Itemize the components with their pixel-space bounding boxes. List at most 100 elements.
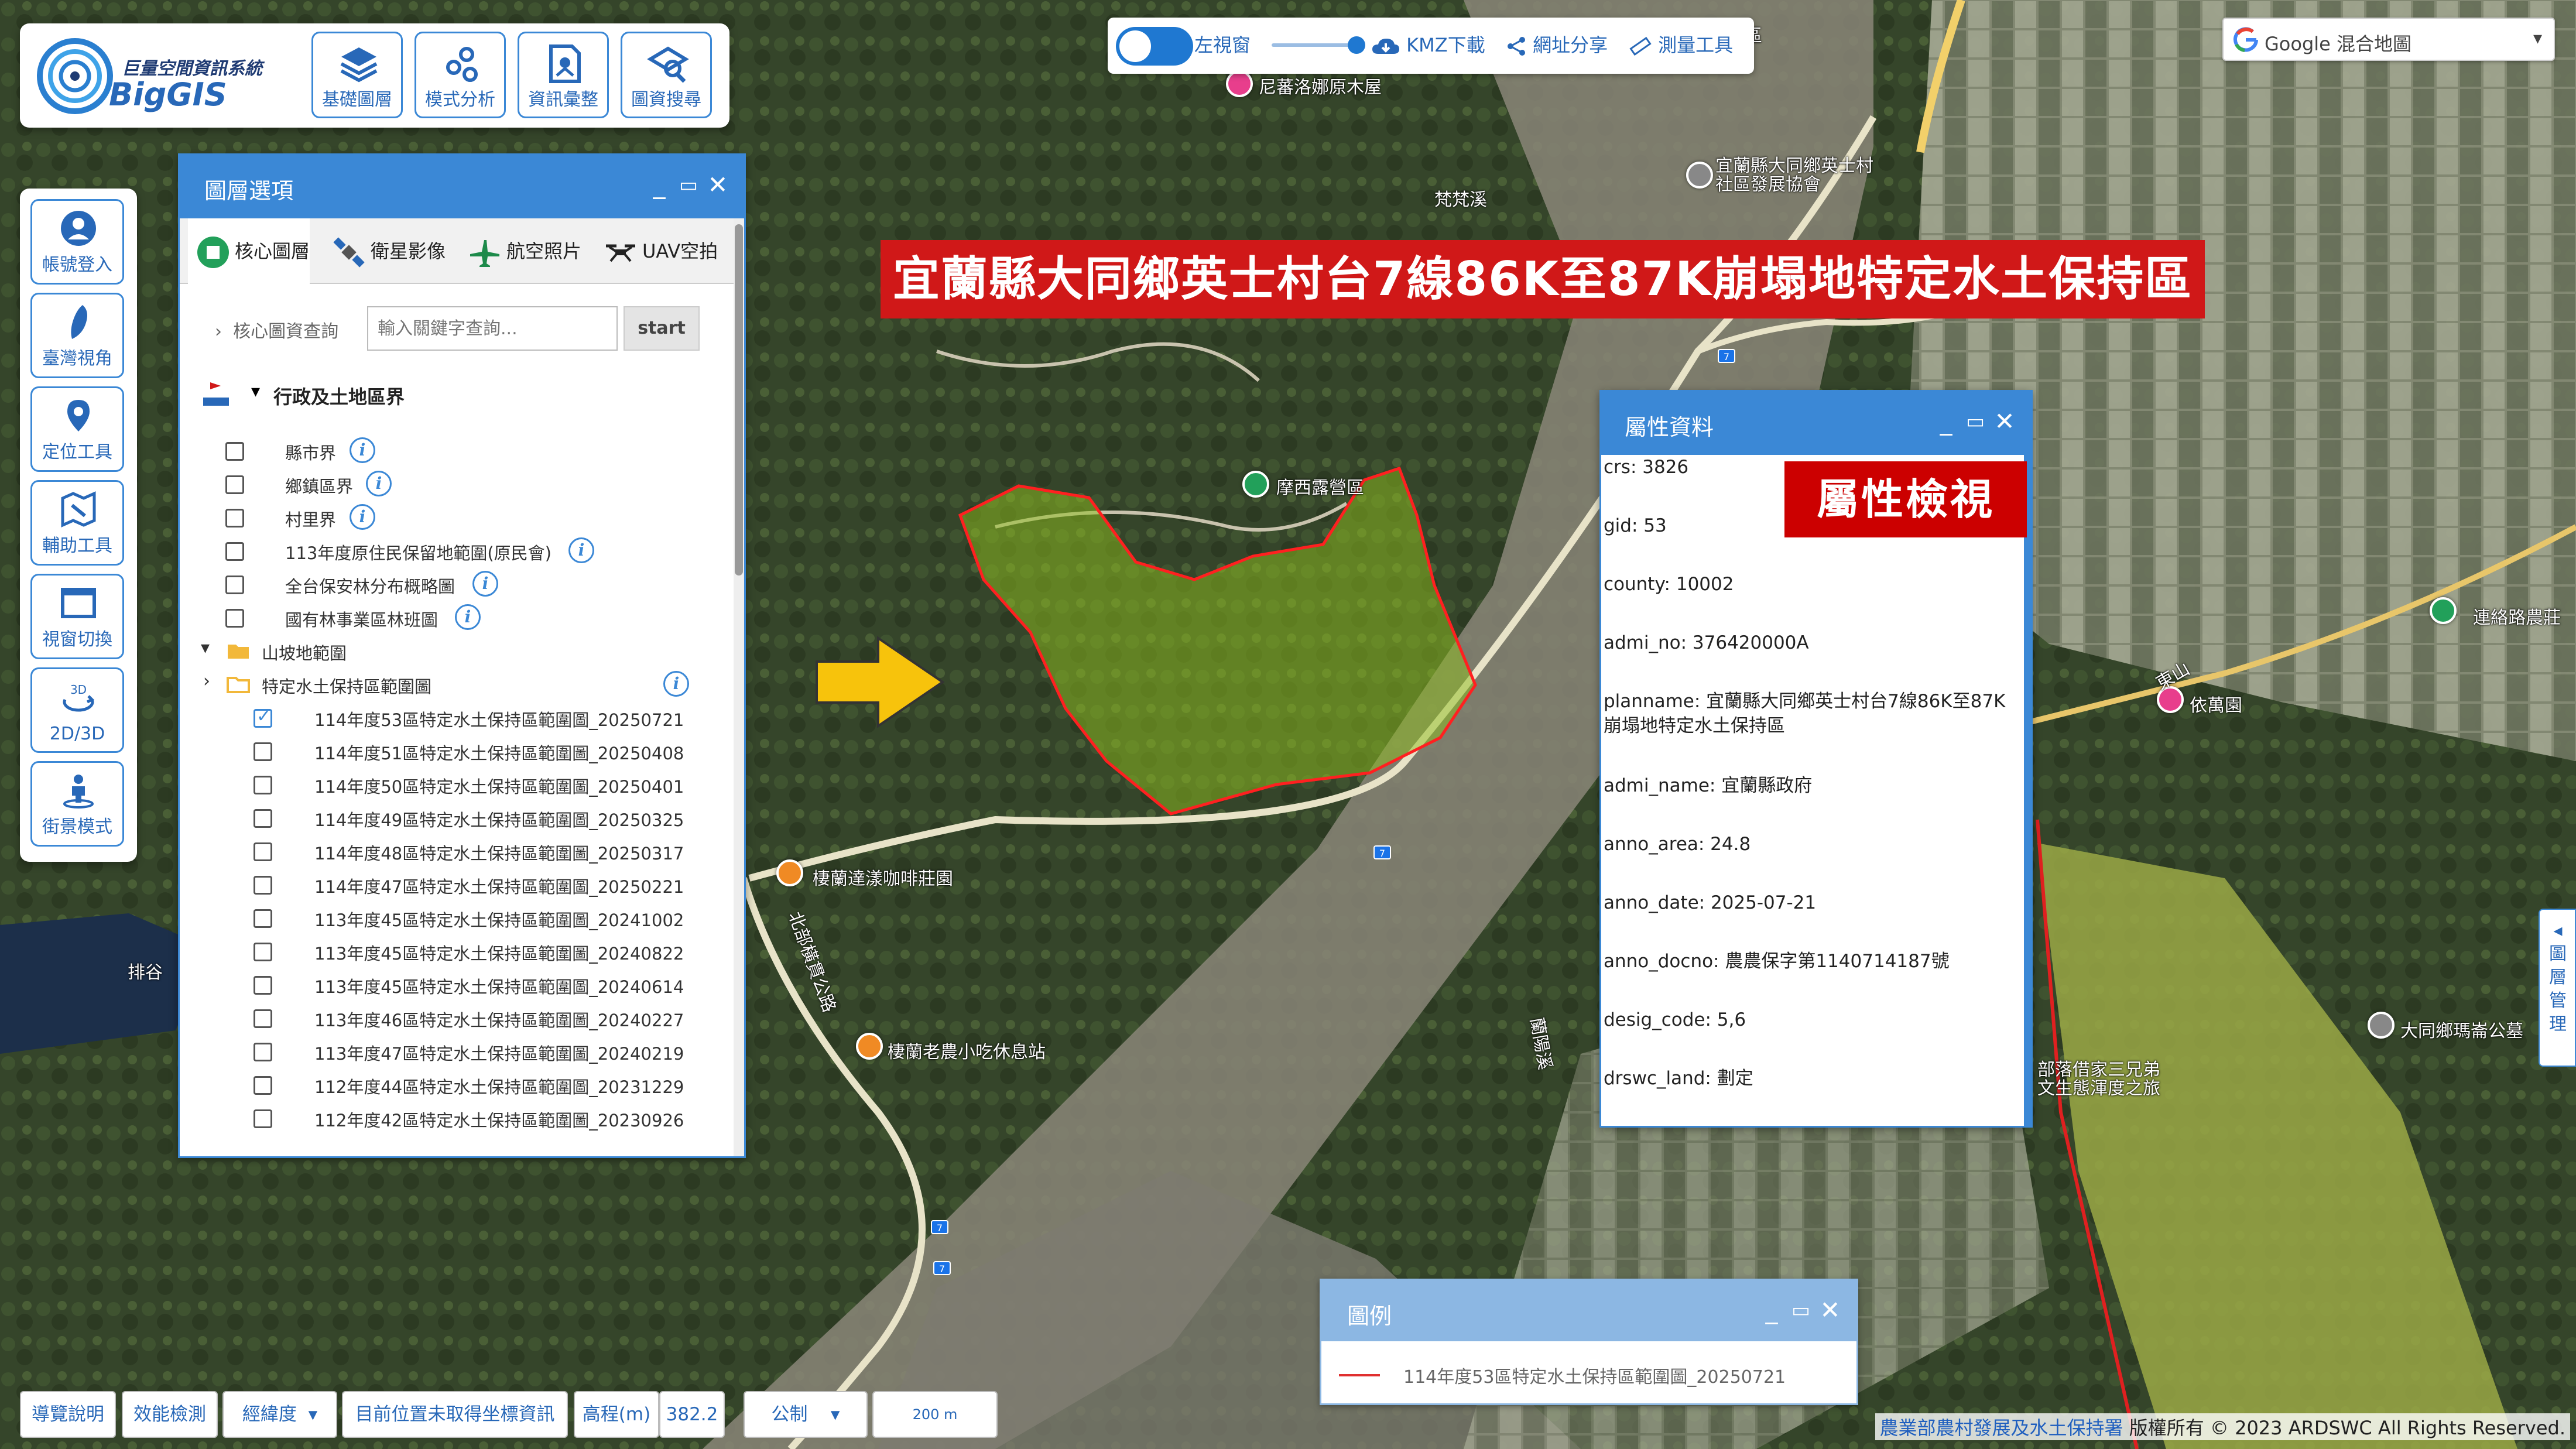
sublayer-item[interactable]: 114年度47區特定水土保持區範圍圖_20250221 — [180, 868, 731, 900]
poi-pin-icon[interactable] — [2368, 1012, 2395, 1039]
expand-arrow-icon[interactable]: ▾ — [251, 381, 260, 402]
maximize-icon[interactable]: ▭ — [674, 170, 703, 200]
sublayer-item[interactable]: 114年度49區特定水土保持區範圍圖_20250325 — [180, 801, 731, 834]
folder-special-zone[interactable]: › 特定水土保持區範圍圖 i — [180, 667, 731, 700]
tool-map-search-button[interactable]: 圖資搜尋 — [621, 32, 712, 118]
layer-item[interactable]: 縣市界 i — [180, 434, 731, 467]
locate-tool-button[interactable]: 定位工具 — [30, 386, 124, 472]
sublayer-item[interactable]: 112年度44區特定水土保持區範圍圖_20231229 — [180, 1068, 731, 1101]
performance-test-button[interactable]: 效能檢測 — [122, 1391, 218, 1438]
expand-arrow-icon[interactable]: ▾ — [201, 638, 210, 658]
tab-uav[interactable]: UAV空拍 — [595, 218, 718, 284]
layer-panel-scrollbar[interactable] — [734, 218, 744, 1156]
scrollbar-thumb[interactable] — [735, 224, 743, 576]
sublayer-checkbox[interactable] — [254, 706, 272, 728]
tool-analysis-button[interactable]: 模式分析 — [415, 32, 506, 118]
layer-item[interactable]: 鄉鎮區界 i — [180, 467, 731, 500]
unit-select[interactable]: 公制 ▾ — [744, 1391, 868, 1438]
sublayer-checkbox[interactable] — [254, 1009, 272, 1028]
sublayer-checkbox[interactable] — [254, 943, 272, 961]
expand-arrow-icon[interactable]: › — [203, 671, 210, 691]
taiwan-view-button[interactable]: 臺灣視角 — [30, 293, 124, 378]
sublayer-item[interactable]: 113年度46區特定水土保持區範圍圖_20240227 — [180, 1001, 731, 1034]
search-start-button[interactable]: start — [624, 306, 700, 351]
info-icon[interactable]: i — [472, 571, 498, 597]
layer-panel-header[interactable]: 圖層選項 _ ▭ ✕ — [180, 155, 744, 218]
sublayer-item[interactable]: 114年度51區特定水土保持區範圍圖_20250408 — [180, 734, 731, 767]
sublayer-checkbox[interactable] — [254, 976, 272, 995]
agency-link[interactable]: 農業部農村發展及水土保持署 — [1880, 1417, 2123, 1439]
sublayer-item[interactable]: 112年度42區特定水土保持區範圍圖_20230926 — [180, 1101, 731, 1134]
sublayer-item[interactable]: 113年度45區特定水土保持區範圍圖_20240822 — [180, 934, 731, 967]
opacity-slider[interactable] — [1272, 36, 1365, 54]
close-icon[interactable]: ✕ — [1815, 1296, 1845, 1325]
layer-checkbox[interactable] — [225, 509, 244, 527]
poi-pin-icon[interactable] — [1686, 162, 1713, 189]
guide-button[interactable]: 導覽說明 — [20, 1391, 116, 1438]
coord-type-select[interactable]: 經緯度 ▾ — [222, 1391, 337, 1438]
info-icon[interactable]: i — [350, 437, 375, 463]
map-type-select[interactable]: Google 混合地圖 ▾ — [2222, 18, 2555, 61]
sublayer-item[interactable]: 114年度53區特定水土保持區範圍圖_20250721 — [180, 701, 731, 734]
info-icon[interactable]: i — [663, 671, 689, 697]
info-icon[interactable]: i — [568, 537, 594, 563]
layer-checkbox[interactable] — [225, 609, 244, 628]
tool-base-layers-button[interactable]: 基礎圖層 — [311, 32, 403, 118]
tab-core-layers[interactable]: 核心圖層 — [188, 218, 310, 284]
layer-checkbox[interactable] — [225, 475, 244, 494]
left-window-toggle[interactable] — [1116, 27, 1193, 66]
legend-header[interactable]: 圖例 _ ▭ ✕ — [1321, 1280, 1856, 1341]
layer-checkbox[interactable] — [225, 576, 244, 594]
poi-pin-icon[interactable] — [1226, 70, 1253, 97]
attribute-panel-header[interactable]: 屬性資料 _ ▭ ✕ — [1601, 392, 2031, 455]
sublayer-checkbox[interactable] — [254, 742, 272, 761]
poi-pin-icon[interactable] — [2430, 597, 2457, 624]
sublayer-checkbox[interactable] — [254, 1076, 272, 1095]
layer-item[interactable]: 113年度原住民保留地範圍(原民會) i — [180, 534, 731, 567]
sublayer-checkbox[interactable] — [254, 909, 272, 928]
measure-tool-button[interactable]: 測量工具 — [1629, 30, 1733, 58]
camp-pin-icon[interactable] — [1242, 471, 1269, 498]
close-icon[interactable]: ✕ — [1990, 407, 2019, 436]
sublayer-item[interactable]: 114年度48區特定水土保持區範圍圖_20250317 — [180, 834, 731, 867]
info-icon[interactable]: i — [350, 504, 375, 530]
maximize-icon[interactable]: ▭ — [1961, 407, 1990, 436]
tab-satellite[interactable]: 衛星影像 — [324, 218, 446, 284]
tool-info-summary-button[interactable]: 資訊彙整 — [518, 32, 609, 118]
login-button[interactable]: 帳號登入 — [30, 199, 124, 285]
layer-manager-tab[interactable]: ◂ 圖層管理 — [2539, 909, 2576, 1067]
sublayer-checkbox[interactable] — [254, 1043, 272, 1061]
biggis-logo[interactable]: 巨量空間資訊系統 BigGIS — [34, 30, 309, 118]
layer-item[interactable]: 國有林事業區林班圖 i — [180, 601, 731, 633]
streetview-button[interactable]: 街景模式 — [30, 761, 124, 847]
sublayer-item[interactable]: 113年度45區特定水土保持區範圍圖_20241002 — [180, 901, 731, 934]
sublayer-checkbox[interactable] — [254, 809, 272, 828]
folder-slope[interactable]: ▾ 山坡地範圍 — [180, 634, 731, 667]
layer-item[interactable]: 全台保安林分布概略圖 i — [180, 567, 731, 600]
sublayer-checkbox[interactable] — [254, 876, 272, 895]
tab-aerial-photo[interactable]: 航空照片 — [460, 218, 581, 284]
sublayer-item[interactable]: 113年度45區特定水土保持區範圍圖_20240614 — [180, 968, 731, 1001]
attribute-panel-scrollbar[interactable] — [2024, 455, 2031, 1126]
sublayer-item[interactable]: 113年度47區特定水土保持區範圍圖_20240219 — [180, 1034, 731, 1067]
share-url-button[interactable]: 網址分享 — [1506, 30, 1608, 57]
sublayer-checkbox[interactable] — [254, 1109, 272, 1128]
2d-3d-toggle-button[interactable]: 3D 2D/3D — [30, 667, 124, 753]
minimize-icon[interactable]: _ — [1757, 1296, 1786, 1325]
info-icon[interactable]: i — [455, 604, 481, 630]
minimize-icon[interactable]: _ — [1931, 407, 1961, 436]
sublayer-checkbox[interactable] — [254, 842, 272, 861]
minimize-icon[interactable]: _ — [645, 170, 674, 200]
info-icon[interactable]: i — [366, 471, 392, 496]
layer-checkbox[interactable] — [225, 442, 244, 461]
search-input[interactable] — [367, 306, 618, 351]
maximize-icon[interactable]: ▭ — [1786, 1296, 1815, 1325]
window-switch-button[interactable]: 視窗切換 — [30, 574, 124, 659]
close-icon[interactable]: ✕ — [703, 170, 732, 200]
restaurant-pin-icon[interactable] — [776, 859, 803, 886]
restaurant-pin-icon[interactable] — [856, 1033, 883, 1060]
layer-checkbox[interactable] — [225, 542, 244, 561]
layer-item[interactable]: 村里界 i — [180, 501, 731, 533]
sublayer-item[interactable]: 114年度50區特定水土保持區範圍圖_20250401 — [180, 768, 731, 800]
kmz-download-button[interactable]: KMZ下載 — [1371, 30, 1485, 57]
